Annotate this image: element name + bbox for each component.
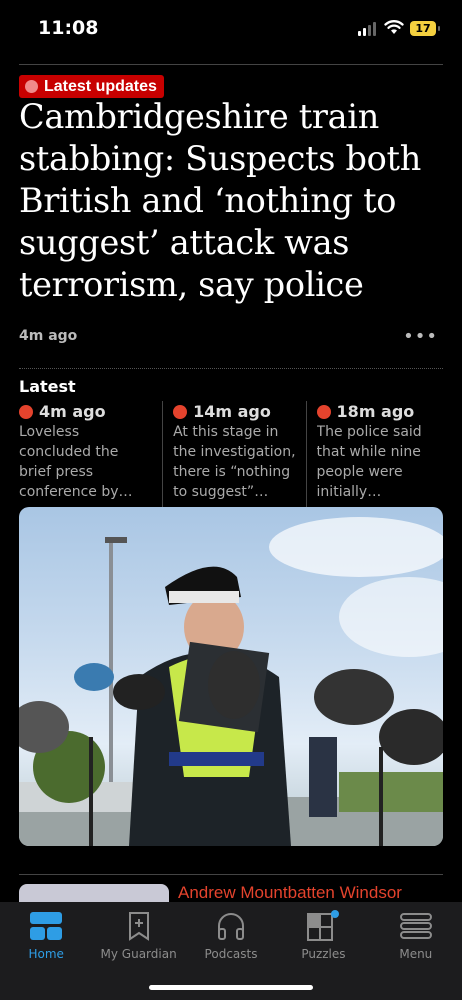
next-story-title[interactable]: Andrew Mountbatten Windsor [178,883,402,903]
battery-icon: 17 [410,21,440,36]
puzzle-icon [307,910,340,941]
tab-label: My Guardian [100,947,177,961]
home-icon [30,912,63,940]
bookmark-icon [128,912,149,941]
live-dot-icon [173,404,188,419]
tab-home[interactable]: Home [0,902,92,1000]
article-headline[interactable]: Cambridgeshire train stabbing: Suspects … [19,96,444,306]
divider [19,64,443,65]
live-dot-icon [19,404,33,419]
live-dot-icon [25,80,38,93]
update-text: Loveless concluded the brief press confe… [19,424,119,500]
tab-label: Puzzles [301,947,346,961]
latest-label: Latest [19,377,76,396]
update-item[interactable]: 18m ago The police said that while nine … [305,401,449,508]
article-timestamp: 4m ago [19,328,78,344]
press-conference-illustration [19,517,443,846]
dotted-divider [19,368,443,369]
tab-label: Podcasts [204,947,258,961]
tab-label: Menu [399,947,433,961]
article-photo[interactable] [19,507,443,846]
status-time: 11:08 [38,17,99,39]
tab-label: Home [28,947,64,961]
live-dot-icon [316,404,331,419]
more-options-icon[interactable]: ••• [403,326,438,347]
update-time: 18m ago [336,402,415,421]
update-item[interactable]: 14m ago At this stage in the investigati… [162,401,305,508]
badge-label: Latest updates [44,77,157,95]
wifi-icon [384,20,404,34]
update-time: 14m ago [193,402,271,421]
update-text: The police said that while nine people w… [316,424,422,500]
latest-updates-list: 4m ago Loveless concluded the brief pres… [19,401,449,508]
headphones-icon [218,913,245,940]
update-item[interactable]: 4m ago Loveless concluded the brief pres… [19,401,162,508]
home-indicator[interactable] [149,985,313,990]
tab-menu[interactable]: Menu [370,902,462,1000]
live-badge: Latest updates [19,75,164,98]
update-text: At this stage in the investigation, ther… [173,424,296,500]
divider [19,874,443,875]
menu-icon [399,913,432,939]
status-bar: 11:08 17 [0,0,462,58]
cellular-signal-icon [358,22,376,36]
update-time: 4m ago [39,402,106,421]
